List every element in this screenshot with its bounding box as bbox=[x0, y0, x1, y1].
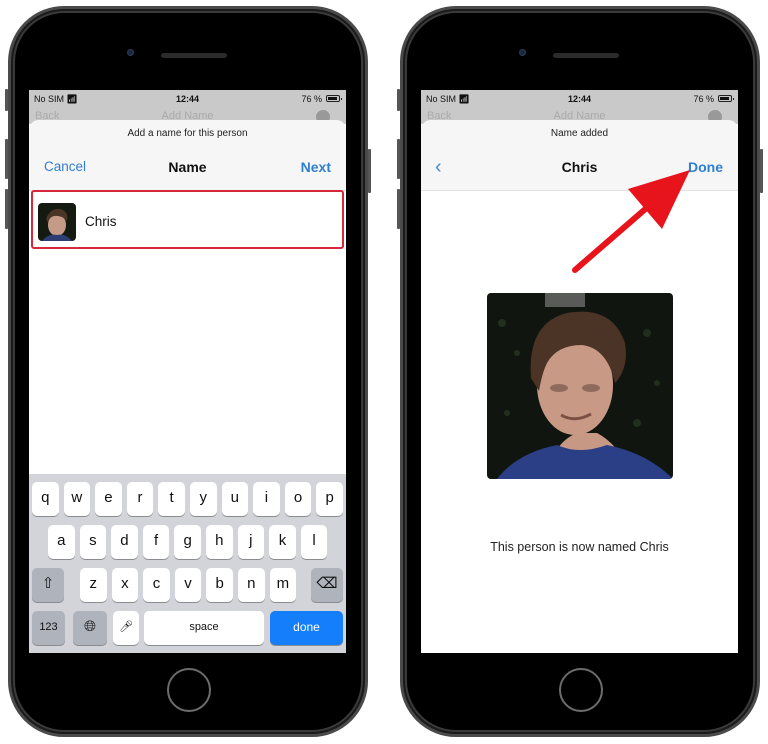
arrow-head bbox=[628, 170, 690, 229]
annotation-arrow bbox=[572, 170, 690, 273]
arrow-shaft bbox=[572, 202, 653, 273]
